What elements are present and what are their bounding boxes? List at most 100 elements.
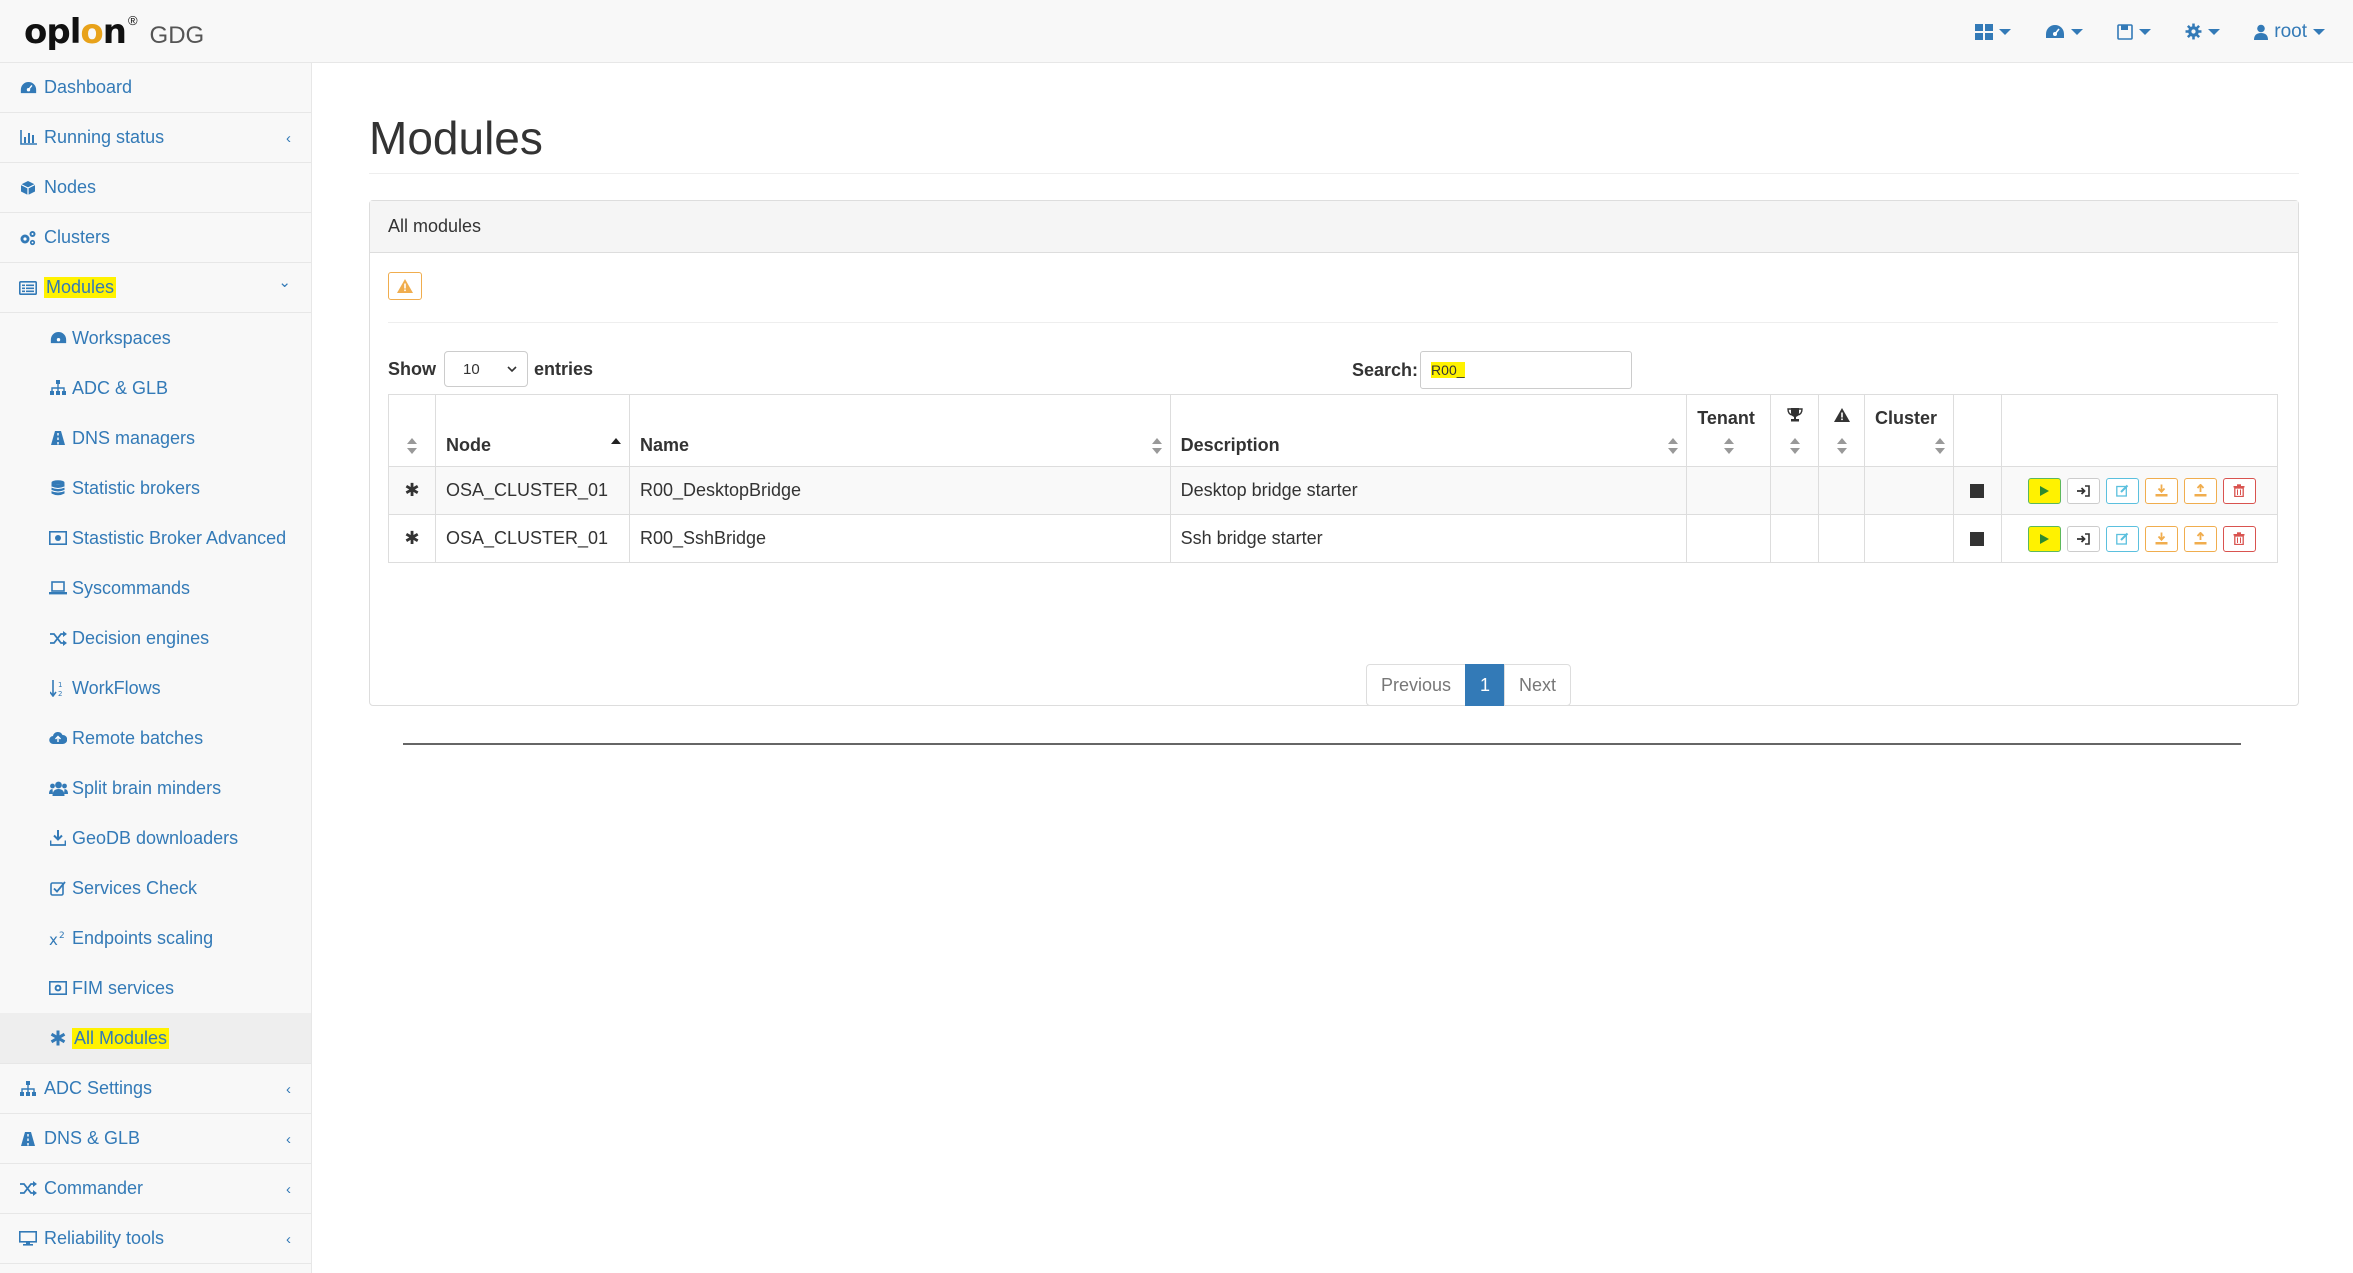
sidebar-item-label: WorkFlows: [72, 677, 161, 698]
column-header-trophy[interactable]: [1770, 394, 1820, 467]
sidebar-item-nodes[interactable]: Nodes: [0, 163, 311, 213]
delete-button[interactable]: [2222, 525, 2256, 552]
next-page-button[interactable]: Next: [1504, 664, 1572, 706]
random-icon: [48, 628, 68, 648]
sidebar-item-statistic-brokers[interactable]: Statistic brokers: [0, 463, 311, 513]
cogs-icon: [18, 228, 38, 248]
cell-status: [1952, 514, 2002, 563]
download-button[interactable]: [2144, 525, 2178, 552]
login-button[interactable]: [2066, 477, 2100, 504]
sidebar-item-fim-services[interactable]: FIM services: [0, 963, 311, 1013]
column-label: Description: [1180, 435, 1280, 455]
user-menu-button[interactable]: root: [2254, 21, 2325, 43]
svg-text:2: 2: [58, 690, 62, 697]
previous-page-button[interactable]: Previous: [1366, 664, 1467, 706]
list-icon: [18, 278, 38, 298]
column-label: Node: [445, 435, 491, 455]
cell-cluster: [1864, 514, 1954, 563]
sidebar-item-label: Dashboard: [44, 77, 133, 97]
download-icon: [48, 828, 68, 848]
entries-select[interactable]: 10: [444, 351, 528, 387]
brand[interactable]: oplon ® GDG: [24, 12, 204, 52]
edit-button[interactable]: [2105, 525, 2139, 552]
column-header-node[interactable]: Node: [434, 394, 630, 467]
save-menu-button[interactable]: [2117, 23, 2152, 40]
sidebar-item-geodb-downloaders[interactable]: GeoDB downloaders: [0, 813, 311, 863]
sort-icon: [1789, 438, 1800, 454]
chevron-down-icon: [2139, 28, 2152, 35]
upload-button[interactable]: [2183, 525, 2217, 552]
sidebar-item-dns-glb[interactable]: DNS & GLB ‹: [0, 1114, 311, 1164]
sidebar-item-statistic-broker-advanced[interactable]: Stastistic Broker Advanced: [0, 513, 311, 563]
row-marker: ✱: [388, 514, 436, 563]
sidebar-item-running-status[interactable]: Running status ‹: [0, 113, 311, 163]
dashboard-icon: [18, 78, 38, 98]
sidebar-item-dns-managers[interactable]: DNS managers: [0, 413, 311, 463]
sidebar-item-reliability-tools[interactable]: Reliability tools ‹: [0, 1214, 311, 1264]
cube-icon: [18, 178, 38, 198]
delete-button[interactable]: [2222, 477, 2256, 504]
settings-menu-button[interactable]: [2185, 23, 2221, 40]
user-icon: [2254, 24, 2269, 40]
bottom-divider: [403, 743, 2241, 745]
column-label: Cluster: [1875, 408, 1938, 428]
sidebar-item-services-check[interactable]: Services Check: [0, 863, 311, 913]
sidebar-item-label: Commander: [44, 1178, 144, 1198]
sidebar-item-workspaces[interactable]: Workspaces: [0, 313, 311, 363]
sidebar-item-endpoints-scaling[interactable]: x2 Endpoints scaling: [0, 913, 311, 963]
svg-text:2: 2: [59, 931, 65, 941]
oplon-logo: oplon: [24, 12, 127, 52]
start-button[interactable]: [2027, 477, 2061, 504]
download-button[interactable]: [2144, 477, 2178, 504]
sidebar-item-label: Statistic brokers: [72, 477, 201, 498]
column-header-description[interactable]: Description: [1169, 394, 1688, 467]
sidebar-item-label: DNS & GLB: [44, 1128, 141, 1148]
cell-trophy: [1770, 514, 1820, 563]
sidebar-item-label: All Modules: [72, 1027, 170, 1049]
warning-icon: [397, 279, 413, 293]
sidebar-item-clusters[interactable]: Clusters: [0, 213, 311, 263]
sidebar-item-decision-engines[interactable]: Decision engines: [0, 613, 311, 663]
sidebar-item-commander[interactable]: Commander ‹: [0, 1164, 311, 1214]
cell-node: OSA_CLUSTER_01: [434, 514, 630, 563]
column-header-cluster[interactable]: Cluster: [1864, 394, 1954, 467]
column-header-name[interactable]: Name: [628, 394, 1171, 467]
edit-button[interactable]: [2105, 477, 2139, 504]
sign-in-icon: [2076, 484, 2090, 497]
svg-text:1: 1: [58, 681, 62, 689]
chevron-left-icon: ‹: [286, 1231, 291, 1248]
cell-tenant: [1686, 466, 1772, 515]
stop-icon: [1970, 531, 1985, 546]
column-header-tenant[interactable]: Tenant: [1686, 394, 1772, 467]
table-row[interactable]: ✱ OSA_CLUSTER_01 R00_SshBridge Ssh bridg…: [388, 514, 2279, 563]
table-row[interactable]: ✱ OSA_CLUSTER_01 R00_DesktopBridge Deskt…: [388, 466, 2279, 515]
sidebar-item-syscommands[interactable]: Syscommands: [0, 563, 311, 613]
column-header-warning[interactable]: [1818, 394, 1866, 467]
dashboard-menu-button[interactable]: [2045, 24, 2084, 40]
sidebar-item-split-brain-minders[interactable]: Split brain minders: [0, 763, 311, 813]
page-1-button[interactable]: 1: [1465, 664, 1506, 706]
grid-menu-button[interactable]: [1975, 23, 2012, 40]
sidebar-item-modules[interactable]: Modules ⌄: [0, 263, 311, 313]
sidebar-item-label: Workspaces: [72, 327, 171, 348]
column-header-marker[interactable]: [388, 394, 436, 467]
camera-icon: [48, 978, 68, 998]
sidebar-item-dashboard[interactable]: Dashboard: [0, 63, 311, 113]
warning-button[interactable]: [388, 272, 422, 300]
show-label: Show: [388, 358, 436, 379]
sort-icon: [1836, 438, 1847, 454]
column-header-status: [1952, 394, 2002, 467]
desktop-icon: [18, 1229, 38, 1249]
chevron-down-icon: ⌄: [278, 274, 291, 291]
sidebar-item-label: Running status: [44, 127, 165, 147]
sidebar-item-remote-batches[interactable]: Remote batches: [0, 713, 311, 763]
start-button[interactable]: [2027, 525, 2061, 552]
upload-button[interactable]: [2183, 477, 2217, 504]
row-marker: ✱: [388, 466, 436, 515]
sidebar-item-adc-glb[interactable]: ADC & GLB: [0, 363, 311, 413]
search-input[interactable]: R00_: [1420, 351, 1633, 389]
sidebar-item-adc-settings[interactable]: ADC Settings ‹: [0, 1064, 311, 1114]
login-button[interactable]: [2066, 525, 2100, 552]
sidebar-item-all-modules[interactable]: All Modules: [0, 1013, 311, 1063]
sidebar-item-workflows[interactable]: 12 WorkFlows: [0, 663, 311, 713]
